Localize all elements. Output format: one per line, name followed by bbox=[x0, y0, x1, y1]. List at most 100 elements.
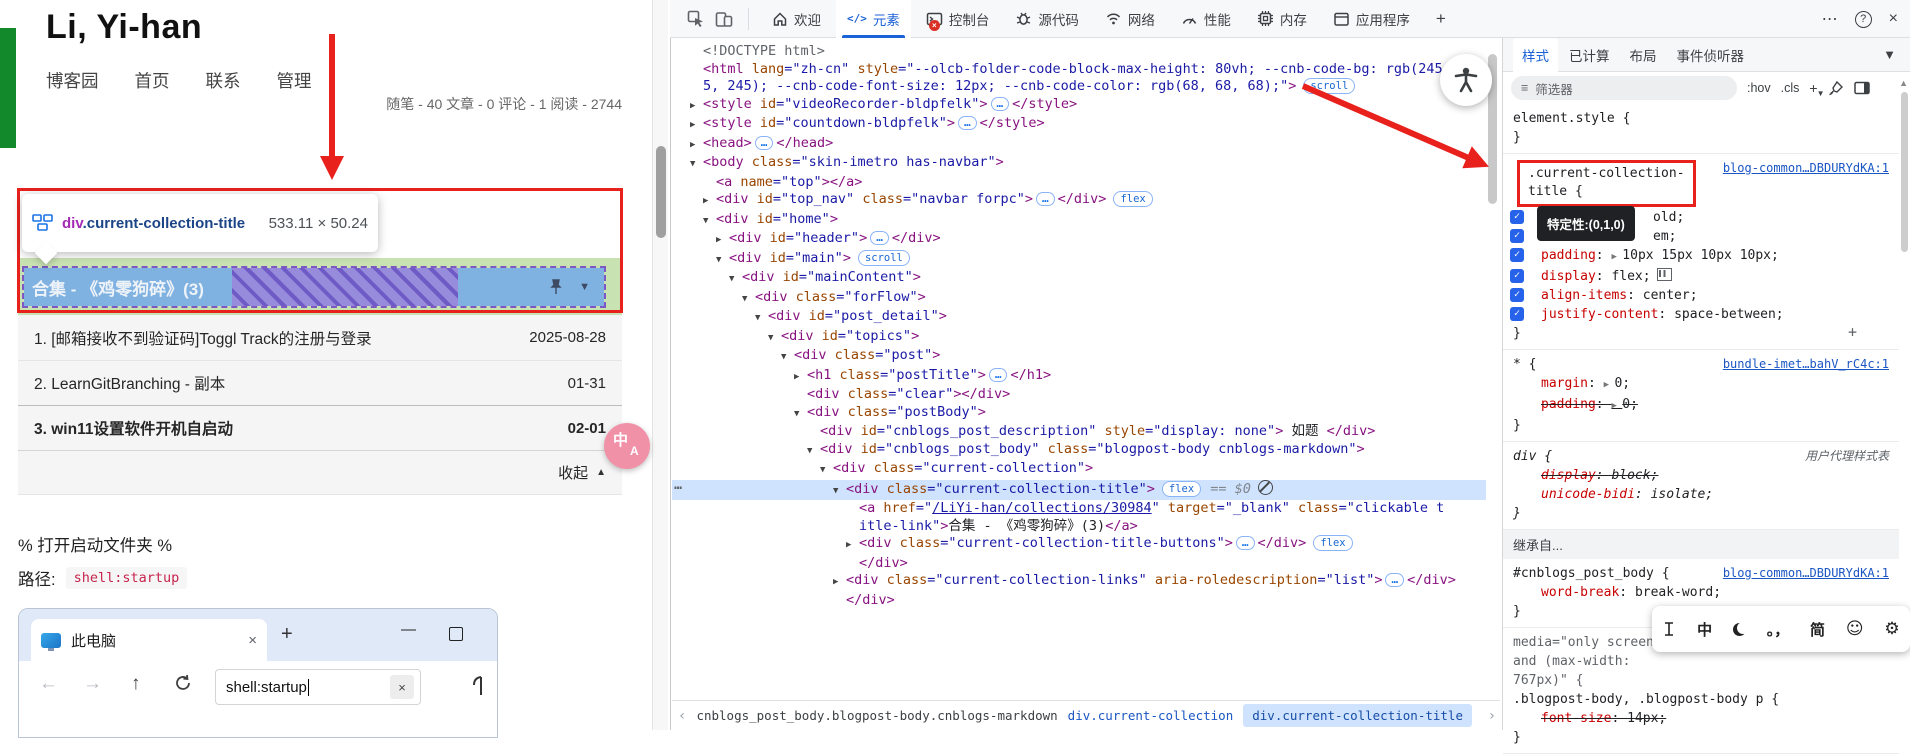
nav-contact[interactable]: 联系 bbox=[206, 68, 241, 93]
nav-blog-home[interactable]: 博客园 bbox=[46, 68, 99, 93]
chevron-down-icon[interactable]: ▼ bbox=[1883, 47, 1896, 62]
tab-sources[interactable]: 源代码 bbox=[1004, 0, 1090, 38]
property-checkbox[interactable]: ✓ bbox=[1510, 229, 1524, 243]
expander-icon[interactable]: ▶ bbox=[690, 98, 703, 116]
dom-tree-line[interactable]: ▼ <div id="mainContent"> bbox=[672, 269, 1486, 289]
post-title[interactable]: 3. win11设置软件开机自启动 bbox=[34, 417, 233, 439]
property-checkbox[interactable]: ✓ bbox=[1510, 210, 1524, 224]
dom-tree-line-selected[interactable]: ⋯ ▼ <div class="current-collection-title">… bbox=[672, 479, 1486, 501]
stylesheet-source-link[interactable]: blog-common…DBDURYdKA:1 bbox=[1723, 565, 1889, 582]
more-options-icon[interactable]: ⋯ bbox=[1822, 9, 1838, 29]
css-property[interactable]: word-break: break-word; bbox=[1503, 583, 1899, 602]
expander-icon[interactable]: ▼ bbox=[742, 291, 755, 309]
expander-icon[interactable]: ▼ bbox=[703, 213, 716, 231]
expand-shorthand-icon[interactable]: ▶ bbox=[1611, 401, 1622, 411]
back-icon[interactable]: ← bbox=[39, 673, 58, 695]
badge-flex[interactable]: flex bbox=[1313, 535, 1353, 551]
expander-icon[interactable]: ▼ bbox=[807, 443, 820, 461]
inline-expand-icon[interactable]: … bbox=[870, 231, 889, 245]
list-item[interactable]: 1. [邮箱接收不到验证码]Toggl Track的注册与登录 2025-08-… bbox=[18, 315, 622, 360]
minimize-icon[interactable]: — bbox=[401, 621, 416, 638]
list-item[interactable]: 2. LearnGitBranching - 副本 01-31 bbox=[18, 360, 622, 405]
collapse-button[interactable]: 收起 ▲ bbox=[18, 450, 622, 495]
expander-icon[interactable]: ▼ bbox=[781, 349, 794, 367]
refresh-icon[interactable] bbox=[173, 673, 193, 693]
tab-styles[interactable]: 样式 bbox=[1513, 37, 1558, 72]
clear-address-icon[interactable]: × bbox=[390, 675, 414, 699]
dom-tree-line[interactable]: ▼ <div id="topics"> bbox=[672, 328, 1486, 348]
tab-computed[interactable]: 已计算 bbox=[1560, 38, 1619, 72]
address-bar[interactable]: shell:startup × bbox=[215, 669, 421, 705]
tab-event-listeners[interactable]: 事件侦听器 bbox=[1668, 38, 1754, 72]
stylesheet-source-link[interactable]: bundle-imet…bahV_rC4c:1 bbox=[1723, 356, 1889, 373]
badge-flex[interactable]: flex bbox=[1161, 480, 1202, 497]
expander-icon[interactable]: ▼ bbox=[833, 483, 846, 501]
expander-icon[interactable]: ▶ bbox=[846, 537, 859, 555]
tab-memory[interactable]: 内存 bbox=[1246, 0, 1318, 38]
new-tab-icon[interactable]: + bbox=[281, 623, 293, 646]
inline-expand-icon[interactable]: … bbox=[1385, 573, 1405, 587]
rule-selector[interactable]: #cnblogs_post_body { bbox=[1513, 565, 1670, 582]
expander-icon[interactable]: ▼ bbox=[690, 156, 703, 174]
css-property[interactable]: padding: ▶ 0; bbox=[1503, 395, 1899, 416]
punctuation-toggle[interactable]: 。， bbox=[1767, 619, 1790, 640]
expander-icon[interactable]: ▼ bbox=[729, 271, 742, 289]
rule-selector[interactable]: 767px)" { bbox=[1513, 672, 1583, 689]
breadcrumb-scroll-right-icon[interactable]: › bbox=[1488, 708, 1496, 724]
css-property[interactable]: ✓ align-items: center; bbox=[1503, 286, 1899, 305]
text-cursor-icon[interactable] bbox=[1662, 621, 1676, 637]
badge-scroll[interactable]: scroll bbox=[857, 249, 910, 266]
dom-tree-line[interactable]: </div> bbox=[672, 592, 1486, 610]
expander-icon[interactable]: ▶ bbox=[703, 193, 716, 211]
ime-language-toggle[interactable]: 中 bbox=[1697, 619, 1712, 640]
expander-icon[interactable]: ▼ bbox=[794, 406, 807, 424]
expand-shorthand-icon[interactable]: ▶ bbox=[1604, 380, 1615, 390]
property-checkbox[interactable]: ✓ bbox=[1510, 269, 1524, 283]
css-property[interactable]: font-size: 14px; bbox=[1503, 709, 1899, 728]
styles-scroll-up-icon[interactable]: ▲ bbox=[1899, 78, 1908, 88]
tab-elements[interactable]: </> 元素 bbox=[836, 0, 911, 38]
new-style-rule-button[interactable]: + ▼ bbox=[1809, 80, 1824, 98]
breadcrumb-scroll-left-icon[interactable]: ‹ bbox=[678, 708, 686, 724]
badge-flex[interactable]: flex bbox=[1113, 191, 1153, 207]
dom-tree-line[interactable]: ▼ <div class="current-collection"> bbox=[672, 460, 1486, 480]
expander-icon[interactable]: ▶ bbox=[833, 574, 846, 592]
dom-tree-line[interactable]: ▼ <div id="post_detail"> bbox=[672, 308, 1486, 328]
dom-tree-line[interactable]: ▶ <div class="current-collection-links" a… bbox=[672, 572, 1486, 592]
tab-network[interactable]: 网络 bbox=[1094, 0, 1166, 38]
rule-selector[interactable]: element.style { bbox=[1513, 110, 1630, 127]
dom-tree-line[interactable]: ▶ <div class="current-collection-title-bu… bbox=[672, 535, 1486, 555]
element-state-icon[interactable] bbox=[1257, 479, 1273, 495]
rule-selector[interactable]: and (max-width: bbox=[1513, 653, 1630, 670]
emoji-icon[interactable]: ☺ bbox=[1846, 619, 1864, 639]
css-property[interactable]: ✓ justify-content: space-between; bbox=[1503, 305, 1899, 324]
rendering-brush-icon[interactable] bbox=[1828, 80, 1844, 96]
expand-shorthand-icon[interactable]: ▶ bbox=[1611, 252, 1622, 262]
dom-tree-line[interactable]: <a href="/LiYi-han/collections/30984" ta… bbox=[672, 500, 1486, 518]
help-icon[interactable]: ? bbox=[1854, 10, 1872, 28]
post-title[interactable]: 2. LearnGitBranching - 副本 bbox=[34, 372, 225, 394]
breadcrumb-item[interactable]: div.current-collection bbox=[1068, 708, 1234, 723]
rule-selector[interactable]: media="only screen bbox=[1513, 634, 1654, 651]
tab-application[interactable]: 应用程序 bbox=[1322, 0, 1421, 38]
dom-tree-line[interactable]: ▼ <div class="post"> bbox=[672, 347, 1486, 367]
inspect-element-icon[interactable] bbox=[684, 7, 708, 31]
explorer-tab[interactable]: 此电脑 × bbox=[31, 619, 267, 661]
fullwidth-toggle-icon[interactable] bbox=[1732, 621, 1749, 636]
tab-console[interactable]: × 控制台 bbox=[915, 0, 1001, 38]
dom-tree-line[interactable]: itle-link">合集 - 《鸡零狗碎》(3)</a> bbox=[672, 518, 1486, 536]
devtools-close-icon[interactable]: × bbox=[1889, 10, 1898, 28]
add-property-icon[interactable]: + bbox=[1848, 324, 1857, 341]
dom-tree-line[interactable]: ▼ <div class="postBody"> bbox=[672, 404, 1486, 424]
list-item-current[interactable]: 3. win11设置软件开机自启动 02-01 bbox=[18, 405, 622, 450]
inline-expand-icon[interactable]: … bbox=[958, 116, 977, 130]
tab-performance[interactable]: 性能 bbox=[1170, 0, 1242, 38]
breadcrumb-item[interactable]: cnblogs_post_body.blogpost-body.cnblogs-… bbox=[696, 708, 1057, 723]
inline-expand-icon[interactable]: … bbox=[754, 135, 774, 150]
inline-expand-icon[interactable]: … bbox=[990, 96, 1010, 111]
expander-icon[interactable]: ▶ bbox=[690, 137, 703, 155]
add-tab-button[interactable]: + bbox=[1425, 0, 1457, 38]
up-icon[interactable]: ↑ bbox=[131, 673, 141, 695]
dom-tree-line[interactable]: ▼ <div id="cnblogs_post_body" class="blog… bbox=[672, 441, 1486, 461]
css-property[interactable]: unicode-bidi: isolate; bbox=[1503, 485, 1899, 504]
